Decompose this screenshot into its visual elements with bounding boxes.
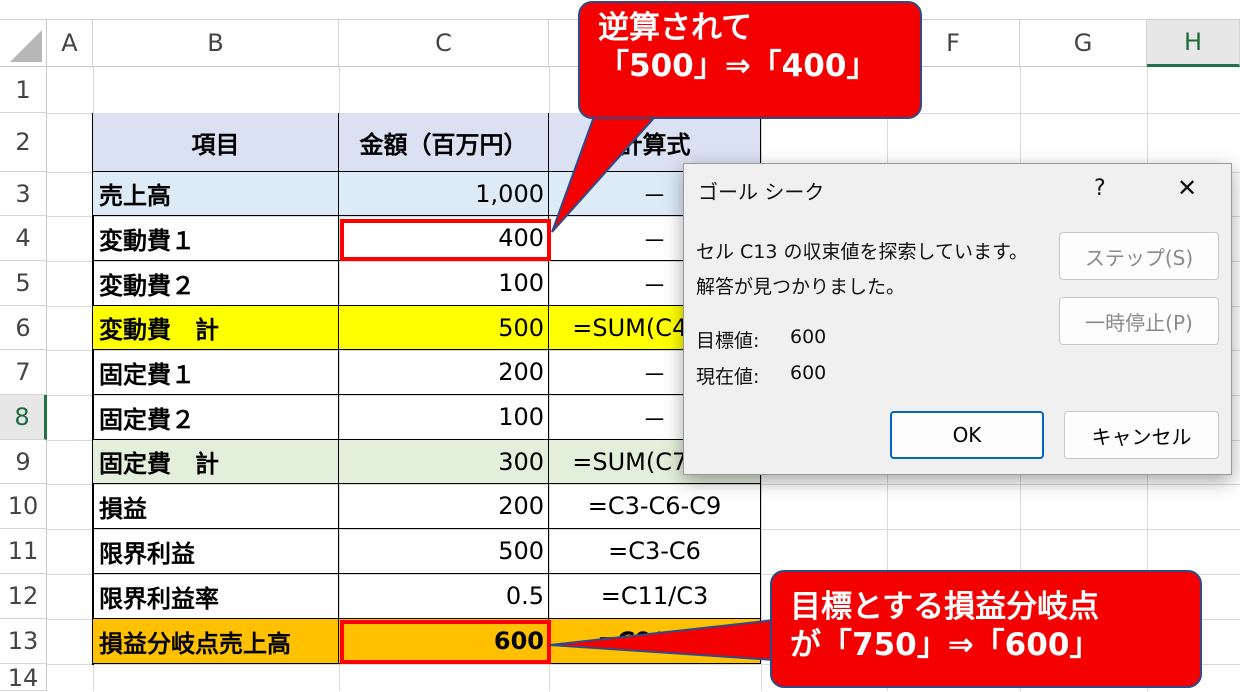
callout-bottom-line2: が「750」⇒「600」 — [790, 627, 1101, 663]
cell-c3[interactable]: 1,000 — [339, 172, 549, 216]
current-value-label: 現在値: — [696, 366, 760, 388]
goal-seek-dialog: ゴール シーク ? ✕ セル C13 の収束値を探索しています。 解答が見つかり… — [683, 163, 1232, 475]
column-header-c[interactable]: C — [339, 20, 549, 67]
cell-b8[interactable]: 固定費２ — [93, 395, 339, 440]
column-header-a[interactable]: A — [47, 20, 93, 67]
column-header-b[interactable]: B — [93, 20, 339, 67]
row-header-13[interactable]: 13 — [0, 619, 47, 664]
row-header-10[interactable]: 10 — [0, 484, 47, 529]
select-all-corner[interactable] — [0, 20, 47, 67]
target-value: 600 — [790, 326, 827, 348]
column-header-h[interactable]: H — [1147, 20, 1240, 67]
dialog-message-line2: 解答が見つかりました。 — [696, 276, 906, 298]
row-header-6[interactable]: 6 — [0, 306, 47, 350]
row-header-4[interactable]: 4 — [0, 216, 47, 261]
callout-bottom-line1: 目標とする損益分岐点 — [790, 589, 1100, 625]
step-button[interactable]: ステップ(S) — [1059, 232, 1219, 280]
row-header-2[interactable]: 2 — [0, 113, 47, 172]
cell-b3[interactable]: 売上高 — [93, 172, 339, 216]
highlight-box-c4 — [340, 219, 551, 261]
callout-top-pointer-icon — [551, 100, 672, 233]
header-amount[interactable]: 金額（百万円） — [339, 113, 549, 172]
cell-b6[interactable]: 変動費 計 — [93, 306, 339, 350]
ok-button[interactable]: OK — [890, 411, 1044, 459]
select-all-triangle-icon — [10, 30, 42, 62]
cell-b7[interactable]: 固定費１ — [93, 350, 339, 395]
row-header-14[interactable]: 14 — [0, 664, 47, 692]
cancel-button[interactable]: キャンセル — [1064, 411, 1219, 459]
cell-d11[interactable]: =C3-C6 — [549, 529, 761, 574]
header-item[interactable]: 項目 — [93, 113, 339, 172]
callout-bottom-pointer-icon — [549, 618, 776, 662]
row-header-8[interactable]: 8 — [0, 395, 47, 440]
cell-c11[interactable]: 500 — [339, 529, 549, 574]
cell-c7[interactable]: 200 — [339, 350, 549, 395]
cell-c10[interactable]: 200 — [339, 484, 549, 529]
row-header-1[interactable]: 1 — [0, 67, 47, 113]
cell-b11[interactable]: 限界利益 — [93, 529, 339, 574]
cell-c12[interactable]: 0.5 — [339, 574, 549, 619]
cell-b9[interactable]: 固定費 計 — [93, 440, 339, 484]
target-value-label: 目標値: — [696, 330, 760, 352]
cell-c8[interactable]: 100 — [339, 395, 549, 440]
row-header-11[interactable]: 11 — [0, 529, 47, 574]
current-value: 600 — [790, 362, 827, 384]
cell-b10[interactable]: 損益 — [93, 484, 339, 529]
pause-button[interactable]: 一時停止(P) — [1059, 297, 1219, 345]
row-header-9[interactable]: 9 — [0, 440, 47, 484]
callout-top-line1: 逆算されて — [598, 10, 753, 46]
row-header-3[interactable]: 3 — [0, 172, 47, 216]
cell-c5[interactable]: 100 — [339, 261, 549, 306]
close-icon[interactable]: ✕ — [1177, 174, 1197, 202]
highlight-box-c13 — [340, 620, 551, 664]
callout-top: 逆算されて 「500」⇒「400」 — [578, 1, 922, 119]
dialog-message-line1: セル C13 の収束値を探索しています。 — [696, 241, 1029, 263]
callout-bottom: 目標とする損益分岐点 が「750」⇒「600」 — [770, 570, 1202, 688]
cell-b12[interactable]: 限界利益率 — [93, 574, 339, 619]
dialog-title: ゴール シーク — [698, 180, 825, 204]
callout-top-line2: 「500」⇒「400」 — [598, 48, 878, 84]
cell-b13[interactable]: 損益分岐点売上高 — [93, 619, 339, 664]
cell-c9[interactable]: 300 — [339, 440, 549, 484]
cell-b5[interactable]: 変動費２ — [93, 261, 339, 306]
cell-b4[interactable]: 変動費１ — [93, 216, 339, 261]
cell-c6[interactable]: 500 — [339, 306, 549, 350]
help-icon[interactable]: ? — [1094, 176, 1106, 201]
row-header-12[interactable]: 12 — [0, 574, 47, 619]
column-header-g[interactable]: G — [1020, 20, 1147, 67]
cell-d10[interactable]: =C3-C6-C9 — [549, 484, 761, 529]
row-header-5[interactable]: 5 — [0, 261, 47, 306]
row-header-7[interactable]: 7 — [0, 350, 47, 395]
